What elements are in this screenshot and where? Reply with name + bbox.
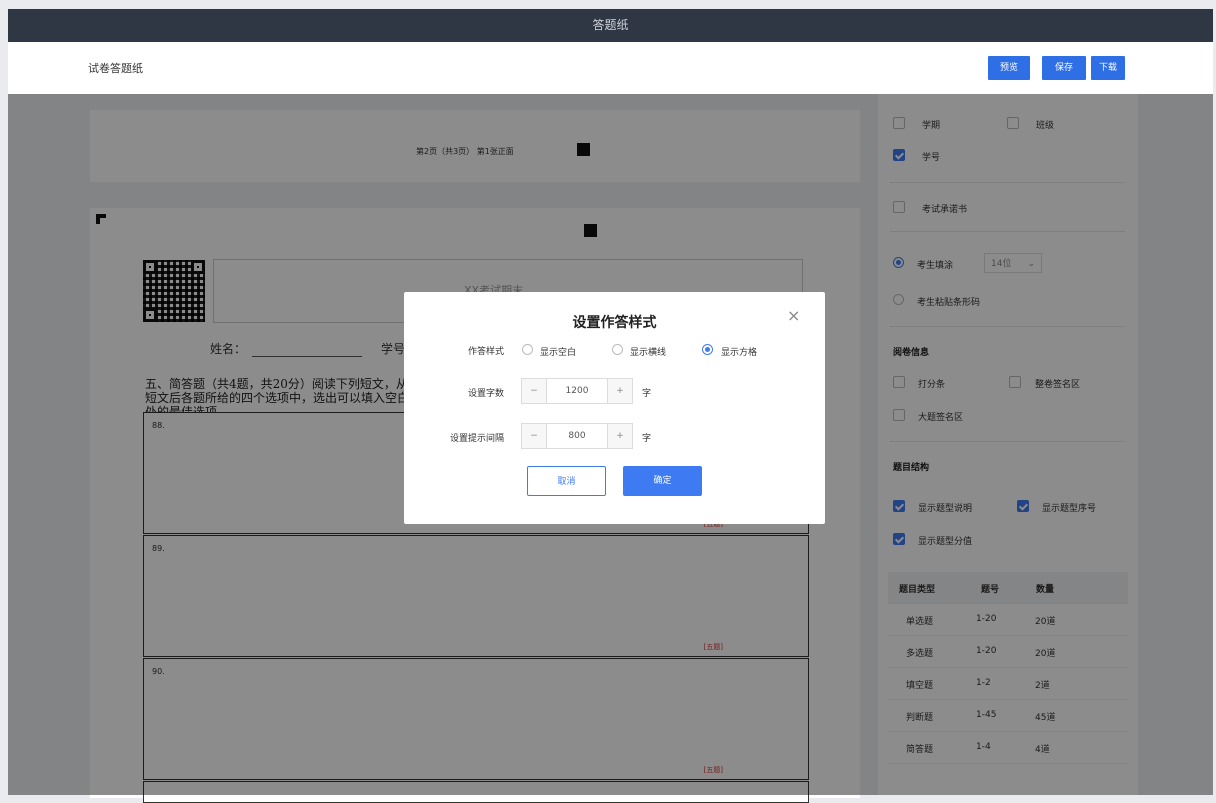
close-icon[interactable]: × xyxy=(787,306,800,325)
grid-radio[interactable] xyxy=(702,344,713,355)
style-label: 作答样式 xyxy=(467,347,504,357)
lines-option-label: 显示横线 xyxy=(630,348,667,358)
save-button[interactable]: 保存 xyxy=(1042,56,1086,80)
decrement-button[interactable]: − xyxy=(522,379,547,403)
blank-option-label: 显示空白 xyxy=(540,348,577,358)
grid-option-label: 显示方格 xyxy=(721,348,758,358)
page-title: 试卷答题纸 xyxy=(88,62,143,75)
lines-radio[interactable] xyxy=(612,344,623,355)
blank-radio[interactable] xyxy=(522,344,533,355)
increment-button[interactable]: + xyxy=(607,424,632,448)
download-button[interactable]: 下载 xyxy=(1091,56,1125,80)
interval-stepper[interactable]: − 800 + xyxy=(521,423,633,449)
interval-value[interactable]: 800 xyxy=(546,424,608,448)
interval-unit: 字 xyxy=(642,434,652,444)
app-title-bar: 答题纸 xyxy=(8,9,1213,42)
increment-button[interactable]: + xyxy=(607,379,632,403)
page-header: 试卷答题纸 预览 保存 下载 xyxy=(8,42,1213,94)
interval-label: 设置提示间隔 xyxy=(449,434,504,444)
word-count-label: 设置字数 xyxy=(467,389,504,399)
preview-button[interactable]: 预览 xyxy=(988,56,1030,80)
word-unit: 字 xyxy=(642,389,652,399)
decrement-button[interactable]: − xyxy=(522,424,547,448)
cancel-button[interactable]: 取消 xyxy=(527,466,606,496)
word-count-value[interactable]: 1200 xyxy=(546,379,608,403)
answer-style-dialog: 设置作答样式 × 作答样式 显示空白 显示横线 显示方格 设置字数 − 1200… xyxy=(404,292,825,524)
confirm-button[interactable]: 确定 xyxy=(623,466,702,496)
dialog-title: 设置作答样式 xyxy=(572,315,657,331)
word-count-stepper[interactable]: − 1200 + xyxy=(521,378,633,404)
